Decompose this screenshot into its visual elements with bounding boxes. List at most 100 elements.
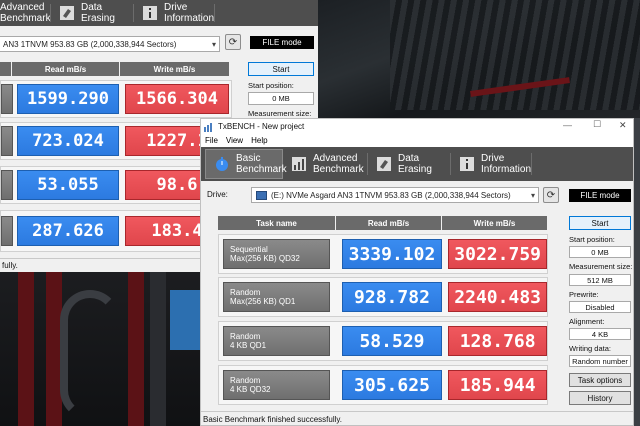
task-label: Random: [230, 288, 261, 297]
column-task-name: [0, 62, 12, 76]
task-label: Random: [230, 332, 261, 341]
task-label: Max(256 KB) QD1: [230, 297, 296, 306]
toolbar-label: Advanced: [313, 153, 358, 164]
start-position-value: 0 MB: [272, 94, 290, 103]
table-row: 53.055 98.6: [0, 166, 232, 204]
refresh-icon: ⟳: [546, 189, 556, 201]
task-button[interactable]: Random 4 KB QD1: [223, 326, 330, 356]
mode-label: FILE mode: [580, 191, 620, 200]
table-row: 723.024 1227.1: [0, 122, 232, 160]
drive-select[interactable]: AN3 1TNVM 953.83 GB (2,000,338,944 Secto…: [0, 36, 220, 52]
refresh-button[interactable]: ⟳: [225, 34, 241, 50]
refresh-icon: ⟳: [228, 36, 238, 48]
task-button[interactable]: Random 4 KB QD32: [223, 370, 330, 400]
toolbar-drive-information[interactable]: Drive Information: [451, 149, 531, 179]
toolbar-advanced-benchmark[interactable]: Advanced Benchmark: [283, 149, 367, 179]
toolbar-label: Data Erasing: [81, 2, 115, 24]
write-value: 128.768: [448, 326, 547, 356]
task-options-button[interactable]: Task options: [569, 373, 631, 387]
info-icon: [460, 157, 474, 171]
read-value: 3339.102: [341, 239, 443, 269]
title-bar: TxBENCH - New project — ☐ ✕: [201, 119, 633, 134]
status-text: Basic Benchmark finished successfully.: [203, 415, 343, 424]
write-value: 3022.759: [448, 239, 547, 269]
drive-select[interactable]: (E:) NVMe Asgard AN3 1TNVM 953.83 GB (2,…: [251, 187, 539, 203]
close-button[interactable]: ✕: [619, 120, 627, 131]
column-write: Write mB/s: [120, 62, 230, 76]
table-row: 1599.290 1566.304: [0, 80, 232, 118]
start-position-label: Start position:: [569, 235, 615, 244]
toolbar: Basic Benchmark Advanced Benchmark Data …: [201, 147, 633, 181]
start-button[interactable]: Start: [248, 62, 314, 76]
write-value: 185.944: [448, 370, 547, 400]
writing-data-value: Random number: [572, 356, 628, 366]
results-header: Task name Read mB/s Write mB/s: [218, 216, 548, 230]
toolbar-drive-information[interactable]: Drive Information: [134, 0, 214, 26]
column-label: Read mB/s: [44, 64, 87, 74]
task-button[interactable]: Sequential Max(256 KB) QD32: [223, 239, 330, 269]
heatsink-fins: [390, 0, 640, 110]
menu-help[interactable]: Help: [251, 136, 267, 145]
drive-label: Drive:: [207, 190, 228, 199]
toolbar-label: Drive: [164, 2, 188, 13]
toolbar-label: Advanced: [0, 2, 45, 13]
toolbar-label: Information: [164, 13, 215, 24]
drive-select-value: AN3 1TNVM 953.83 GB (2,000,338,944 Secto…: [3, 39, 177, 49]
table-row: Random Max(256 KB) QD1 928.782 2240.483: [218, 277, 548, 317]
task-label: 4 KB QD1: [230, 341, 267, 350]
read-value: 305.625: [341, 370, 443, 400]
alignment-field[interactable]: 4 KB: [569, 328, 631, 340]
toolbar-label: Data Erasing: [398, 153, 432, 175]
ram-stick: [128, 272, 144, 426]
prewrite-field[interactable]: Disabled: [569, 301, 631, 313]
writing-data-field[interactable]: Random number: [569, 355, 631, 367]
maximize-button[interactable]: ☐: [593, 119, 601, 130]
measurement-size-label: Measurement size:: [248, 109, 312, 118]
start-position-label: Start position:: [248, 81, 294, 90]
column-label: Task name: [256, 218, 297, 228]
column-write: Write mB/s: [442, 216, 548, 230]
toolbar-label: Benchmark: [236, 164, 287, 175]
start-label: Start: [591, 218, 609, 228]
column-task-name: Task name: [218, 216, 336, 230]
task-cell: [1, 170, 13, 200]
measurement-size-field[interactable]: 512 MB: [569, 274, 631, 286]
toolbar-basic-benchmark[interactable]: Basic Benchmark: [205, 149, 287, 179]
refresh-button[interactable]: ⟳: [543, 187, 559, 203]
toolbar-data-erasing[interactable]: Data Erasing: [51, 0, 133, 26]
table-row: 287.626 183.4: [0, 210, 232, 252]
table-row: Random 4 KB QD1 58.529 128.768: [218, 321, 548, 361]
drive-select-value: (E:) NVMe Asgard AN3 1TNVM 953.83 GB (2,…: [271, 190, 511, 200]
toolbar-divider: [214, 4, 215, 22]
history-button[interactable]: History: [569, 391, 631, 405]
menu-bar: File View Help: [201, 134, 633, 147]
toolbar-advanced-benchmark[interactable]: Advanced Benchmark: [0, 0, 51, 26]
task-label: 4 KB QD32: [230, 385, 271, 394]
column-label: Write mB/s: [473, 218, 516, 228]
toolbar-data-erasing[interactable]: Data Erasing: [368, 149, 450, 179]
read-value: 723.024: [17, 126, 119, 156]
ram-stick: [18, 272, 34, 426]
cable-loop: [60, 290, 120, 420]
toolbar-label: Basic: [236, 153, 261, 164]
window-title: TxBENCH - New project: [218, 122, 305, 131]
mode-indicator: FILE mode: [569, 189, 631, 202]
menu-file[interactable]: File: [205, 136, 218, 145]
task-cell: [1, 84, 13, 114]
start-button[interactable]: Start: [569, 216, 631, 230]
read-value: 287.626: [17, 216, 119, 246]
task-options-label: Task options: [577, 375, 623, 385]
start-position-field[interactable]: 0 MB: [569, 246, 631, 258]
read-value: 53.055: [17, 170, 119, 200]
column-read: Read mB/s: [12, 62, 120, 76]
task-button[interactable]: Random Max(256 KB) QD1: [223, 282, 330, 312]
start-position-field[interactable]: 0 MB: [248, 92, 314, 105]
drive-icon: [256, 190, 267, 200]
menu-view[interactable]: View: [226, 136, 243, 145]
mode-label: FILE mode: [262, 38, 302, 47]
toolbar-divider: [531, 153, 532, 175]
write-value: 2240.483: [448, 282, 547, 312]
minimize-button[interactable]: —: [563, 120, 572, 130]
toolbar-label: Information: [481, 164, 532, 175]
mode-indicator: FILE mode: [250, 36, 314, 49]
